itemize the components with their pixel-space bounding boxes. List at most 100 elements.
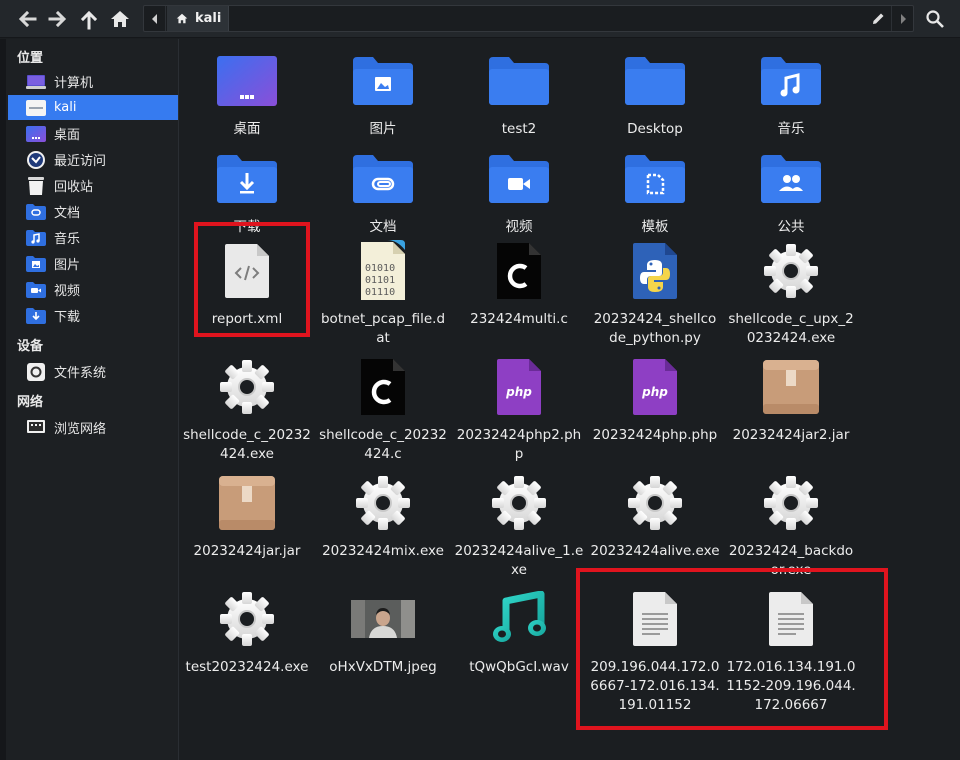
file-name: 20232424php2.php	[456, 427, 582, 462]
pencil-icon	[873, 13, 884, 24]
file-name: 20232424_shellcode_python.py	[593, 311, 717, 346]
image-thumbnail	[316, 587, 450, 651]
desktop-folder-icon	[180, 49, 314, 113]
c-source-icon	[452, 239, 586, 303]
sidebar-item-browse-network[interactable]: 浏览网络	[8, 415, 178, 440]
up-button[interactable]	[76, 6, 102, 32]
file-item[interactable]: 20232424_shellcode_python.py	[588, 239, 722, 351]
sidebar-item-desktop[interactable]: 桌面	[8, 121, 178, 146]
toolbar: kali	[0, 0, 960, 38]
sidebar-item-recent[interactable]: 最近访问	[8, 147, 178, 172]
file-name: shellcode_c_20232424.exe	[183, 427, 311, 462]
path-segment-home[interactable]: kali	[167, 6, 229, 31]
exe-gear-icon	[180, 355, 314, 419]
folder-icon	[588, 49, 722, 113]
file-name: 图片	[369, 121, 397, 137]
trash-icon	[25, 176, 47, 196]
sidebar-item-videos[interactable]: 视频	[8, 277, 178, 302]
file-item[interactable]: 232424multi.c	[452, 239, 586, 351]
exe-gear-icon	[452, 471, 586, 535]
chevron-left-icon	[151, 13, 157, 24]
php-file-icon: php	[588, 355, 722, 419]
file-item[interactable]: test20232424.exe	[180, 587, 314, 699]
highlight-box	[194, 222, 310, 337]
file-item[interactable]: 桌面	[180, 49, 314, 161]
videos-icon	[25, 280, 47, 300]
file-item[interactable]: tQwQbGcI.wav	[452, 587, 586, 699]
file-item[interactable]: 20232424alive_1.exe	[452, 471, 586, 583]
home-button[interactable]	[107, 6, 133, 32]
file-name: 20232424alive_1.exe	[454, 543, 584, 578]
sidebar-heading-network: 网络	[17, 395, 44, 410]
file-item[interactable]: shellcode_c_20232424.c	[316, 355, 450, 467]
network-icon	[25, 418, 47, 438]
exe-gear-icon	[588, 471, 722, 535]
svg-text:01010: 01010	[365, 263, 395, 274]
sidebar-item-kali[interactable]: kali	[8, 95, 178, 120]
folder-music-icon	[724, 49, 858, 113]
back-button[interactable]	[14, 6, 40, 32]
file-name: 桌面	[233, 121, 261, 137]
drive-icon	[25, 362, 47, 382]
file-name: 20232424alive.exe	[590, 543, 720, 559]
arrow-right-icon	[48, 10, 67, 28]
home-icon	[176, 13, 188, 24]
svg-text:01101: 01101	[365, 275, 395, 286]
file-name: 公共	[777, 219, 805, 235]
edit-location-button[interactable]	[865, 6, 891, 31]
file-name: 视频	[505, 219, 533, 235]
folder-documents-icon	[316, 147, 450, 211]
file-name: shellcode_c_20232424.c	[319, 427, 447, 462]
file-name: 文档	[369, 219, 397, 235]
sidebar-item-documents[interactable]: 文档	[8, 199, 178, 224]
file-item[interactable]: 01010 01101 01110 botnet_pcap_file.dat	[316, 239, 450, 351]
chevron-right-icon	[900, 13, 906, 24]
file-item[interactable]: 20232424_backdoor.exe	[724, 471, 858, 583]
file-name: 20232424php.php	[592, 427, 718, 443]
sidebar-item-label: 计算机	[54, 76, 94, 91]
sidebar-item-filesystem[interactable]: 文件系统	[8, 359, 178, 384]
file-item[interactable]: Desktop	[588, 49, 722, 161]
svg-text:01110: 01110	[365, 287, 395, 298]
svg-text:php: php	[641, 385, 668, 399]
sidebar-item-label: 桌面	[54, 128, 81, 143]
sidebar-item-label: 视频	[54, 284, 81, 299]
sidebar-item-music[interactable]: 音乐	[8, 225, 178, 250]
folder-public-icon	[724, 147, 858, 211]
file-item[interactable]: 图片	[316, 49, 450, 161]
sidebar-item-computer[interactable]: 计算机	[8, 69, 178, 94]
folder-pictures-icon	[316, 49, 450, 113]
sidebar-heading-devices: 设备	[17, 339, 44, 354]
path-scroll-right-button[interactable]	[891, 6, 913, 31]
file-item[interactable]: 20232424jar2.jar	[724, 355, 858, 467]
forward-button[interactable]	[45, 6, 71, 32]
sidebar-heading-places: 位置	[17, 51, 44, 66]
sidebar-item-label: 文档	[54, 206, 81, 221]
search-button[interactable]	[922, 6, 948, 32]
python-file-icon	[588, 239, 722, 303]
path-scroll-left-button[interactable]	[144, 6, 166, 31]
file-name: shellcode_c_upx_20232424.exe	[728, 311, 854, 346]
folder-templates-icon	[588, 147, 722, 211]
file-name: 模板	[641, 219, 669, 235]
file-item[interactable]: test2	[452, 49, 586, 161]
sidebar: 位置 计算机 kali 桌面 最近访问 回收站 文档 音乐 图片 视频 下载 设…	[6, 39, 179, 760]
file-item[interactable]: 20232424alive.exe	[588, 471, 722, 583]
file-item[interactable]: 20232424mix.exe	[316, 471, 450, 583]
file-name: 232424multi.c	[470, 311, 568, 327]
file-item[interactable]: php 20232424php2.php	[452, 355, 586, 467]
computer-icon	[25, 72, 47, 92]
sidebar-item-pictures[interactable]: 图片	[8, 251, 178, 276]
file-item[interactable]: oHxVxDTM.jpeg	[316, 587, 450, 699]
sidebar-item-trash[interactable]: 回收站	[8, 173, 178, 198]
file-item[interactable]: php 20232424php.php	[588, 355, 722, 467]
file-item[interactable]: shellcode_c_upx_20232424.exe	[724, 239, 858, 351]
pictures-icon	[25, 254, 47, 274]
sidebar-item-downloads[interactable]: 下载	[8, 303, 178, 328]
file-item[interactable]: 20232424jar.jar	[180, 471, 314, 583]
file-name: 20232424jar.jar	[193, 543, 301, 559]
exe-gear-icon	[316, 471, 450, 535]
folder-videos-icon	[452, 147, 586, 211]
file-item[interactable]: shellcode_c_20232424.exe	[180, 355, 314, 467]
file-item[interactable]: 音乐	[724, 49, 858, 161]
